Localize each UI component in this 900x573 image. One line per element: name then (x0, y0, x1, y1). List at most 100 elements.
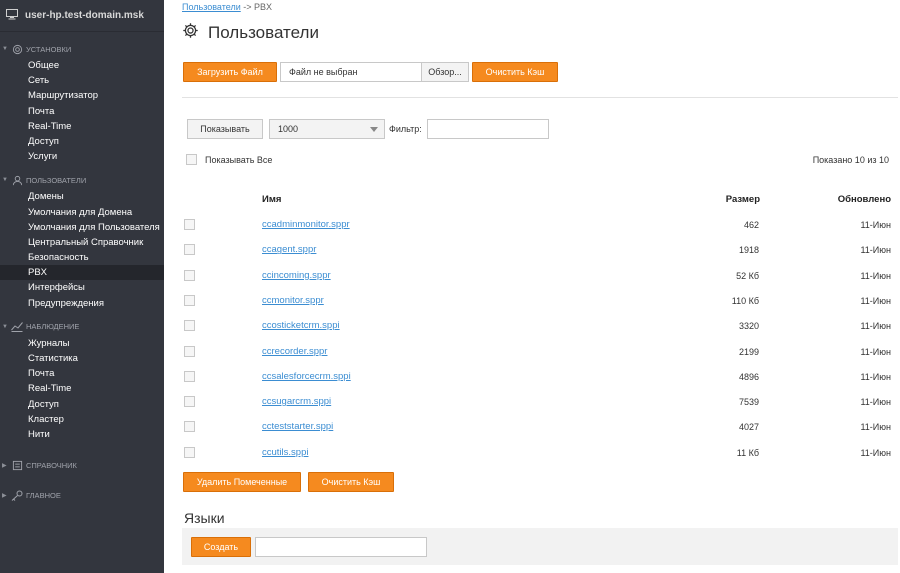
delete-marked-button[interactable]: Удалить Помеченные (183, 472, 301, 492)
gear-icon (11, 43, 23, 55)
page-size-value: 1000 (278, 124, 299, 134)
row-checkbox[interactable] (184, 446, 195, 458)
chart-icon (11, 321, 23, 333)
row-size: 4027 (738, 422, 759, 433)
sidebar-section: ▼ НАБЛЮДЕНИЕ Журналы Статистика Почта Real-Ti… (0, 319, 164, 442)
row-file-link[interactable]: ccsalesforcecrm.sppi (262, 371, 351, 382)
row-size: 462 (743, 220, 759, 230)
row-file-link[interactable]: ccosticketcrm.sppi (262, 320, 340, 331)
sidebar-section-label: ГЛАВНОЕ (26, 490, 61, 500)
sidebar-item[interactable]: Интерфейсы (0, 280, 164, 295)
row-file-link[interactable]: ccagent.sppr (262, 244, 316, 255)
row-updated: 11-Июн (860, 220, 891, 230)
sidebar-section-label: ПОЛЬЗОВАТЕЛИ (26, 175, 87, 185)
row-checkbox[interactable] (184, 345, 195, 357)
breadcrumb-link-users[interactable]: Пользователи (182, 2, 241, 12)
row-file-link[interactable]: ccsugarcrm.sppi (262, 396, 331, 407)
sidebar-section-header[interactable]: ▼ ПОЛЬЗОВАТЕЛИ (0, 172, 164, 188)
column-header-updated[interactable]: Обновлено (838, 194, 891, 205)
sidebar-section-label: НАБЛЮДЕНИЕ (26, 322, 80, 332)
row-updated: 11-Июн (860, 447, 891, 458)
row-checkbox[interactable] (184, 294, 195, 306)
sidebar-section-header[interactable]: ▶ ГЛАВНОЕ (0, 487, 164, 503)
row-checkbox[interactable] (184, 370, 195, 382)
row-checkbox[interactable] (184, 396, 195, 408)
breadcrumb-current: PBX (254, 2, 273, 12)
sidebar: user-hp.test-domain.msk ▼ УСТАНОВКИ Общее С… (0, 0, 164, 573)
row-checkbox[interactable] (184, 320, 195, 332)
sidebar-item[interactable]: Домены (0, 189, 164, 204)
sidebar-item-list: Журналы Статистика Почта Real-Time Доступ Кла… (0, 336, 164, 442)
create-language-button[interactable]: Создать (191, 537, 251, 557)
sidebar-item[interactable]: Real-Time (0, 381, 164, 396)
sidebar-item[interactable]: Общее (0, 58, 164, 73)
row-checkbox[interactable] (184, 269, 195, 281)
sidebar-section-header[interactable]: ▼ УСТАНОВКИ (0, 41, 164, 57)
sidebar-item[interactable]: Умолчания для Домена (0, 205, 164, 220)
browse-button[interactable]: Обзор... (421, 62, 469, 82)
sidebar-section: ▼ УСТАНОВКИ Общее Сеть Маршрутизатор Почта Rea… (0, 41, 164, 164)
sidebar-item-list: Общее Сеть Маршрутизатор Почта Real-Time Дост… (0, 58, 164, 164)
sidebar-item-list: Домены Умолчания для Домена Умолчания для … (0, 189, 164, 311)
row-checkbox[interactable] (184, 219, 195, 230)
row-file-link[interactable]: ccrecorder.sppr (262, 346, 327, 357)
sidebar-item[interactable]: Доступ (0, 397, 164, 412)
row-updated: 11-Июн (860, 270, 891, 281)
row-file-link[interactable]: ccteststarter.sppi (262, 421, 333, 432)
column-header-name[interactable]: Имя (262, 194, 281, 205)
sidebar-section-label: СПРАВОЧНИК (26, 460, 77, 470)
sidebar-section: ▶ СПРАВОЧНИК (0, 457, 164, 473)
row-updated: 11-Июн (860, 371, 891, 382)
row-file-link[interactable]: ccutils.sppi (262, 447, 308, 458)
sidebar-item[interactable]: Маршрутизатор (0, 88, 164, 103)
sidebar-item[interactable]: Сеть (0, 73, 164, 88)
clear-cache-top-button[interactable]: Очистить Кэш (472, 62, 558, 82)
caret-down-icon: ▼ (2, 177, 8, 184)
monitor-icon (6, 8, 18, 23)
sidebar-item[interactable]: PBX (0, 265, 164, 281)
row-file-link[interactable]: ccmonitor.sppr (262, 295, 324, 306)
row-updated: 11-Июн (860, 397, 891, 408)
row-updated: 11-Июн (860, 346, 891, 357)
sidebar-item[interactable]: Кластер (0, 412, 164, 427)
breadcrumb-separator: -> (240, 2, 255, 12)
breadcrumb: Пользователи -> PBX (182, 2, 272, 12)
languages-bar: Создать (182, 528, 898, 565)
row-checkbox[interactable] (184, 244, 195, 256)
sidebar-item[interactable]: Статистика (0, 351, 164, 366)
row-file-link[interactable]: ccadminmonitor.sppr (262, 219, 350, 230)
sidebar-item[interactable]: Безопасность (0, 250, 164, 265)
sidebar-section-header[interactable]: ▼ НАБЛЮДЕНИЕ (0, 319, 164, 335)
sidebar-item[interactable]: Предупреждения (0, 296, 164, 311)
row-updated: 11-Июн (860, 422, 891, 433)
languages-title: Языки (184, 510, 225, 526)
language-name-input[interactable] (255, 537, 427, 557)
sidebar-item[interactable]: Услуги (0, 149, 164, 164)
sidebar-item[interactable]: Центральный Справочник (0, 235, 164, 250)
sidebar-item[interactable]: Почта (0, 104, 164, 119)
row-checkbox[interactable] (184, 421, 195, 433)
sidebar-section-header[interactable]: ▶ СПРАВОЧНИК (0, 457, 164, 473)
sidebar-item[interactable]: Почта (0, 366, 164, 381)
sidebar-item[interactable]: Доступ (0, 134, 164, 149)
sidebar-item[interactable]: Нити (0, 427, 164, 442)
show-all-label: Показывать Все (205, 155, 273, 165)
row-updated: 11-Июн (860, 245, 891, 256)
row-file-link[interactable]: ccincoming.sppr (262, 270, 331, 281)
upload-file-button[interactable]: Загрузить Файл (183, 62, 277, 82)
sidebar-item[interactable]: Real-Time (0, 119, 164, 134)
clear-cache-bottom-button[interactable]: Очистить Кэш (308, 472, 394, 492)
show-all-checkbox[interactable] (186, 154, 197, 165)
row-size: 11 Кб (736, 447, 759, 458)
show-button[interactable]: Показывать (187, 119, 263, 139)
sidebar-section: ▶ ГЛАВНОЕ (0, 487, 164, 503)
host-header: user-hp.test-domain.msk (0, 0, 164, 32)
sidebar-section-label: УСТАНОВКИ (26, 44, 72, 54)
row-size: 7539 (738, 397, 759, 408)
filter-input[interactable] (427, 119, 549, 139)
sidebar-sections: ▼ УСТАНОВКИ Общее Сеть Маршрутизатор Почта Rea… (0, 41, 164, 503)
page-size-select[interactable]: 1000 (269, 119, 385, 139)
sidebar-item[interactable]: Умолчания для Пользователя (0, 220, 164, 235)
column-header-size[interactable]: Размер (726, 194, 760, 205)
sidebar-item[interactable]: Журналы (0, 336, 164, 351)
